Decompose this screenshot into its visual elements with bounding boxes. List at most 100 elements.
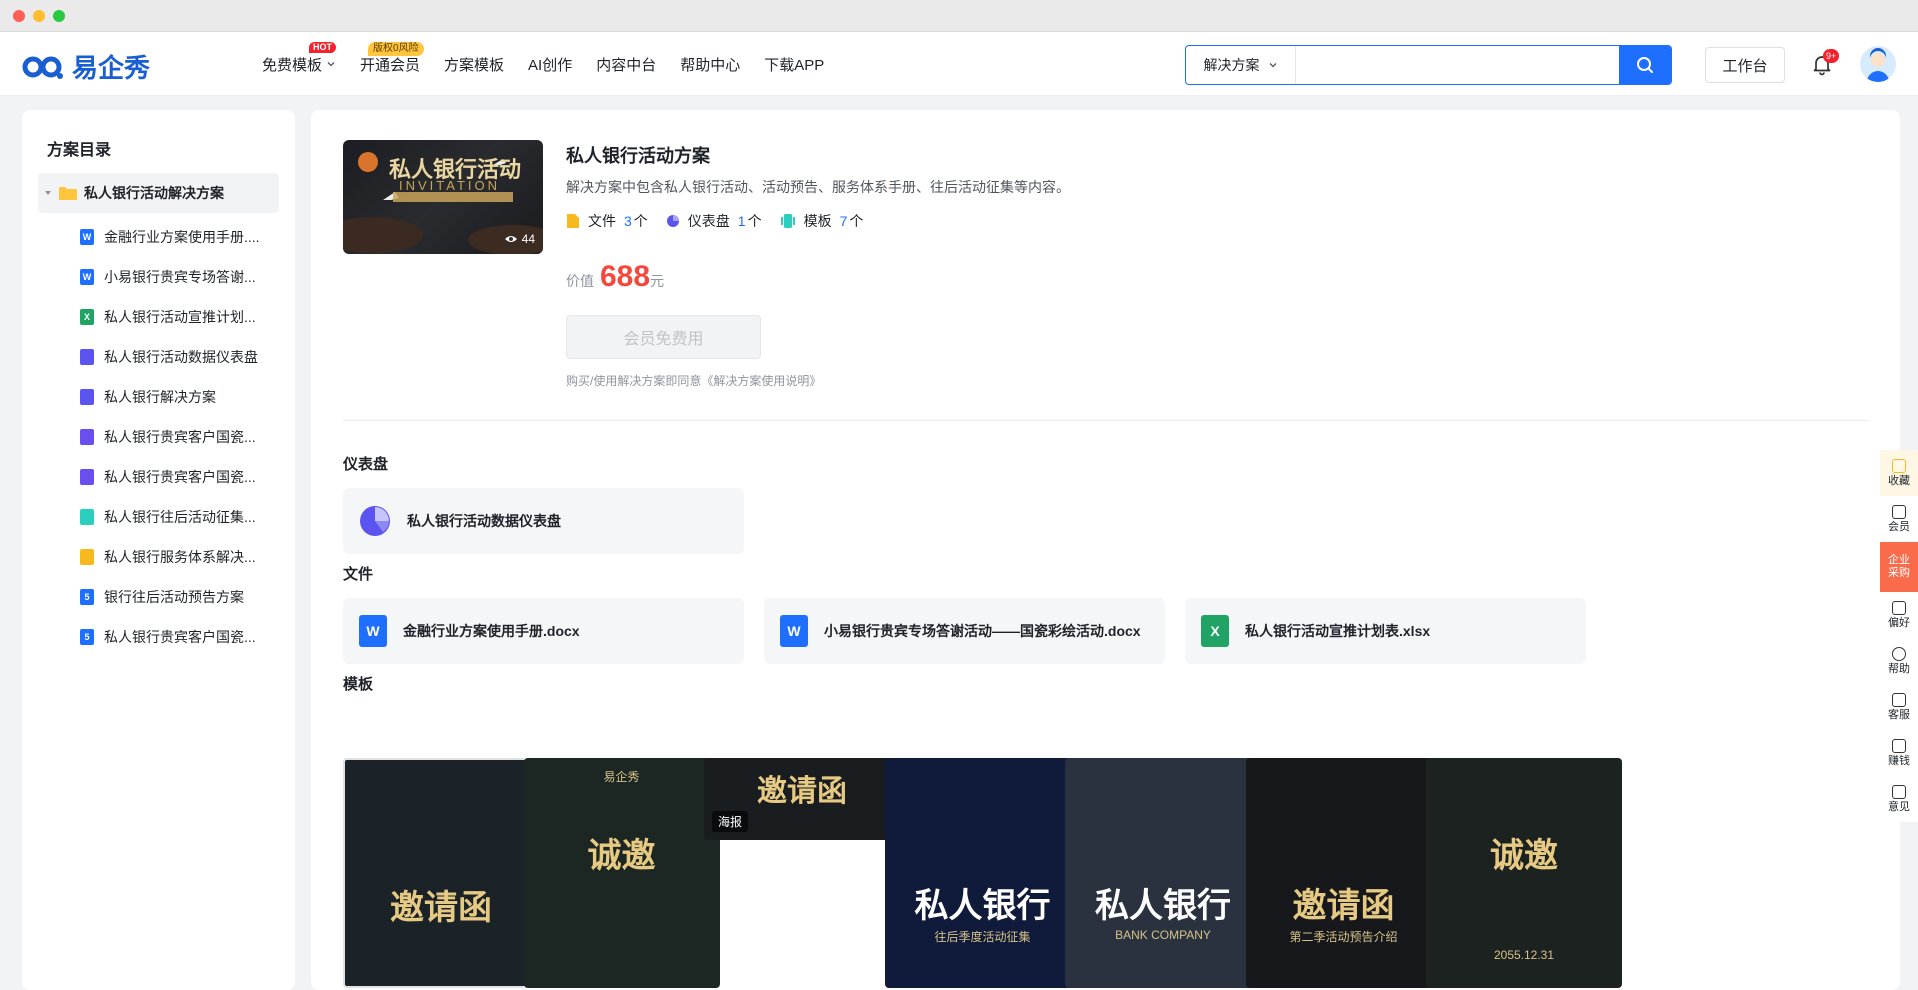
float-label: 企业采购	[1888, 554, 1910, 579]
user-avatar[interactable]	[1860, 46, 1896, 82]
tree-item[interactable]: 私人银行活动数据仪表盘	[80, 337, 290, 377]
tree-item[interactable]: W 金融行业方案使用手册....	[80, 217, 290, 257]
tree-item[interactable]: W 小易银行贵宾专场答谢...	[80, 257, 290, 297]
brand-logo[interactable]: 易企秀	[22, 48, 150, 85]
stat-label: 仪表盘	[687, 213, 730, 229]
nav-label: 下载APP	[764, 56, 825, 74]
feedback-icon	[1892, 784, 1906, 799]
search-type-select[interactable]: 解决方案	[1186, 46, 1296, 84]
float-crown[interactable]: 会员	[1880, 496, 1918, 542]
template-card[interactable]: 邀请函	[343, 758, 539, 988]
template-headline: 私人银行	[914, 886, 1051, 926]
float-label: 会员	[1888, 520, 1910, 533]
file-card-label: 私人银行活动宣推计划表.xlsx	[1245, 623, 1431, 639]
tree-item[interactable]: X 私人银行活动宣推计划...	[80, 297, 290, 337]
hot-badge: HOT	[309, 42, 337, 53]
file-card[interactable]: W 小易银行贵宾专场答谢活动——国瓷彩绘活动.docx	[764, 598, 1165, 664]
image-icon	[80, 429, 94, 445]
word-icon: W	[80, 229, 94, 245]
price-value: 688	[600, 260, 651, 293]
stat-unit: 个	[849, 213, 864, 229]
folder-item[interactable]: 私人银行活动解决方案	[38, 173, 279, 213]
float-help[interactable]: 帮助	[1880, 638, 1918, 684]
stat-count: 7	[839, 213, 848, 229]
maximize-window-icon[interactable]	[53, 9, 65, 22]
search-bar: 解决方案	[1185, 45, 1672, 85]
main-nav: 免费模板 HOT 开通会员 版权0风险 方案模板 AI创作 内容中台 帮助中心 …	[250, 32, 836, 96]
chevron-down-icon	[327, 62, 335, 67]
tree-item[interactable]: 5 银行往后活动预告方案	[80, 577, 290, 617]
nav-help-center[interactable]: 帮助中心	[668, 32, 752, 96]
nav-solution-templates[interactable]: 方案模板	[432, 32, 516, 96]
template-card[interactable]: 私人银行 往后季度活动征集	[884, 758, 1081, 988]
tree-item-label: 金融行业方案使用手册....	[104, 229, 260, 245]
right-float-bar: 收藏会员企业采购偏好 帮助客服赚钱意见	[1880, 450, 1918, 822]
price-row: 价值 688 元	[566, 260, 664, 294]
float-earn[interactable]: 赚钱	[1880, 730, 1918, 776]
close-window-icon[interactable]	[13, 9, 25, 22]
stat-count: 1	[737, 213, 746, 229]
nav-ai-create[interactable]: AI创作	[516, 32, 584, 96]
word-icon: W	[80, 269, 94, 285]
float-label: 客服	[1888, 708, 1910, 721]
nav-label: 帮助中心	[680, 56, 741, 74]
dashboard-card[interactable]: 私人银行活动数据仪表盘	[343, 488, 744, 554]
tree-item[interactable]: 私人银行贵宾客户国瓷...	[80, 417, 290, 457]
agreement-text[interactable]: 购买/使用解决方案即同意《解决方案使用说明》	[566, 372, 821, 389]
folder-icon	[59, 187, 77, 200]
stat-files: 文件 3个	[566, 211, 648, 231]
template-subline: 易企秀	[603, 770, 640, 784]
workbench-button[interactable]: 工作台	[1705, 47, 1785, 83]
search-input[interactable]	[1296, 46, 1619, 84]
stat-count: 3	[624, 213, 632, 229]
minimize-window-icon[interactable]	[33, 9, 45, 22]
float-star[interactable]: 收藏	[1880, 450, 1918, 496]
tree-item[interactable]: 私人银行贵宾客户国瓷...	[80, 457, 290, 497]
template-card[interactable]: 邀请函 第二季活动预告介绍	[1245, 758, 1442, 988]
float-service[interactable]: 客服	[1880, 684, 1918, 730]
book-icon	[80, 389, 94, 405]
float-label: 赚钱	[1888, 754, 1910, 767]
template-icon	[780, 214, 795, 228]
doc-icon	[80, 549, 94, 565]
chevron-down-icon	[1269, 63, 1276, 68]
template-card[interactable]: 诚邀 2055.12.31	[1426, 758, 1622, 988]
template-card[interactable]: 私人银行 BANK COMPANY	[1065, 758, 1261, 988]
nav-free-templates[interactable]: 免费模板 HOT	[250, 32, 348, 96]
service-icon	[1892, 692, 1906, 707]
solution-cover[interactable]: 私人银行活动 INVITATION 44	[343, 140, 543, 254]
member-free-use-button[interactable]: 会员免费用	[566, 315, 761, 359]
preference-icon	[1892, 600, 1906, 615]
pie-chart-icon	[666, 215, 679, 227]
solution-directory: 方案目录 私人银行活动解决方案 W 金融行业方案使用手册.... W 小易银行贵宾专场…	[22, 110, 295, 990]
file-card[interactable]: W 金融行业方案使用手册.docx	[343, 598, 744, 664]
earn-icon	[1892, 738, 1906, 753]
template-headline: 邀请函	[390, 888, 492, 928]
float-label: 意见	[1888, 800, 1910, 813]
search-button[interactable]	[1619, 46, 1671, 84]
template-card[interactable]: 诚邀 易企秀	[523, 758, 720, 988]
template-card[interactable]: 邀请函 海报	[704, 758, 900, 840]
float-enterprise[interactable]: 企业采购	[1880, 542, 1918, 592]
file-card[interactable]: X 私人银行活动宣推计划表.xlsx	[1185, 598, 1586, 664]
excel-icon: X	[1201, 615, 1229, 647]
logo-text: 易企秀	[72, 53, 151, 83]
file-card-label: 金融行业方案使用手册.docx	[403, 623, 580, 639]
dashboard-section-title: 仪表盘	[343, 456, 389, 473]
tree-item-label: 私人银行活动宣推计划...	[104, 309, 256, 325]
tree-item[interactable]: 5 私人银行贵宾客户国瓷...	[80, 617, 290, 657]
tree-item[interactable]: 私人银行服务体系解决...	[80, 537, 290, 577]
form-icon	[80, 509, 94, 525]
float-preference[interactable]: 偏好	[1880, 592, 1918, 638]
nav-membership[interactable]: 开通会员 版权0风险	[348, 32, 432, 96]
float-feedback[interactable]: 意见	[1880, 776, 1918, 822]
tree-item[interactable]: 私人银行解决方案	[80, 377, 290, 417]
file-icon	[567, 214, 579, 228]
top-header: 易企秀 免费模板 HOT 开通会员 版权0风险 方案模板 AI创作 内容中台 帮…	[0, 32, 1918, 96]
nav-download-app[interactable]: 下载APP	[752, 32, 836, 96]
cover-view-count: 44	[504, 232, 535, 246]
caret-down-icon	[45, 191, 51, 195]
nav-label: 内容中台	[596, 56, 657, 74]
tree-item[interactable]: 私人银行往后活动征集...	[80, 497, 290, 537]
nav-content-center[interactable]: 内容中台	[584, 32, 668, 96]
